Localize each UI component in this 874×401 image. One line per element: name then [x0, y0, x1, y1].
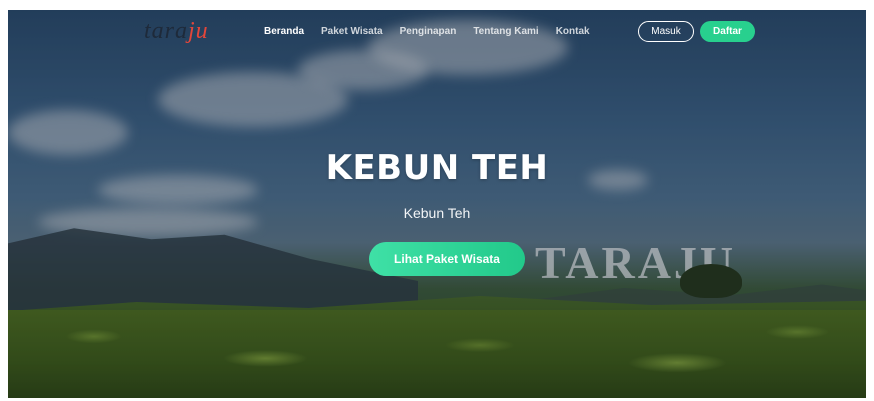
logo-text-accent: ju — [188, 18, 209, 44]
hero-title: KEBUN TEH — [325, 148, 549, 188]
nav-link-penginapan[interactable]: Penginapan — [400, 26, 457, 37]
brand-logo[interactable]: taraju — [144, 18, 209, 45]
top-navbar: taraju Beranda Paket Wisata Penginapan T… — [8, 10, 866, 54]
background-overlay — [8, 10, 866, 398]
nav-link-beranda[interactable]: Beranda — [264, 26, 304, 37]
hero-section: TARAJU taraju Beranda Paket Wisata Pengi… — [8, 10, 866, 398]
logo-text-main: tara — [144, 18, 189, 44]
nav-link-paket-wisata[interactable]: Paket Wisata — [321, 26, 383, 37]
login-button[interactable]: Masuk — [638, 21, 694, 42]
nav-menu: Beranda Paket Wisata Penginapan Tentang … — [264, 26, 607, 37]
nav-link-kontak[interactable]: Kontak — [556, 26, 590, 37]
register-button[interactable]: Daftar — [700, 21, 755, 42]
nav-link-tentang-kami[interactable]: Tentang Kami — [473, 26, 538, 37]
view-tour-packages-button[interactable]: Lihat Paket Wisata — [369, 242, 525, 276]
hero-subtitle: Kebun Teh — [403, 205, 471, 221]
